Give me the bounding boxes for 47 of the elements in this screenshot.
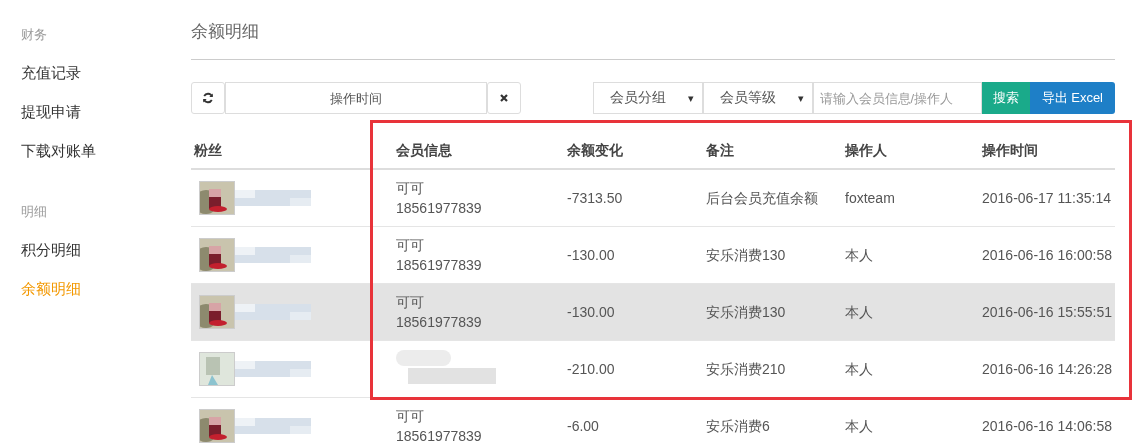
sidebar-item[interactable]: 下载对账单	[21, 142, 96, 161]
table-cell: 安乐消费130	[703, 226, 842, 284]
table-row[interactable]: 可可 18561977839 -6.00 安乐消费6 本人 2016-06-16 14:06:58	[191, 397, 1115, 443]
refresh-icon	[202, 92, 214, 104]
table-cell: 安乐消费6	[703, 397, 842, 443]
table-cell: 本人	[842, 226, 979, 284]
member-name: 可可	[396, 236, 425, 255]
table-cell: -6.00	[564, 397, 703, 443]
table-cell: -7313.50	[564, 169, 703, 227]
sidebar-item[interactable]: 提现申请	[21, 103, 81, 122]
table-row[interactable]: -210.00 安乐消费210 本人 2016-06-16 14:26:28	[191, 340, 1115, 398]
sidebar-item[interactable]: 积分明细	[21, 241, 81, 260]
date-range-field[interactable]: 操作时间	[225, 82, 487, 114]
search-field[interactable]: 请输入会员信息/操作人	[812, 82, 982, 114]
page-title: 余额明细	[191, 20, 1115, 60]
table-cell: 安乐消费130	[703, 283, 842, 341]
member-name: 可可	[396, 407, 425, 426]
table-cell: 本人	[842, 397, 979, 443]
member-phone: 18561977839	[396, 199, 483, 218]
member-name: 可可	[396, 293, 425, 312]
sidebar-heading: 财务	[21, 26, 47, 44]
table-row[interactable]: 可可 18561977839 -7313.50 后台会员充值余额 foxteam 2016-06-17 11:35:14	[191, 169, 1115, 227]
caret-icon: ▾	[797, 91, 804, 105]
table-cell: 2016-06-16 14:06:58	[979, 397, 1115, 443]
clear-button[interactable]	[487, 82, 521, 114]
member-level-select[interactable]: 会员等级 ▾	[702, 82, 813, 114]
member-name: 可可	[396, 179, 425, 198]
member-group-select[interactable]: 会员分组 ▾	[592, 82, 703, 114]
table-cell: 2016-06-17 11:35:14	[979, 169, 1115, 227]
table-cell: -130.00	[564, 226, 703, 284]
table-row[interactable]: 可可 18561977839 -130.00 安乐消费130 本人 2016-06-16 15:55:51	[191, 283, 1115, 341]
sidebar-item[interactable]: 充值记录	[21, 64, 81, 83]
table-cell: 2016-06-16 16:00:58	[979, 226, 1115, 284]
member-phone: 18561977839	[396, 427, 483, 443]
refresh-button[interactable]	[191, 82, 225, 114]
caret-icon: ▾	[687, 91, 694, 105]
member-phone: 18561977839	[396, 313, 483, 332]
close-icon	[499, 93, 509, 103]
sidebar-heading: 明细	[21, 203, 47, 221]
table-cell: -130.00	[564, 283, 703, 341]
table-cell: 2016-06-16 15:55:51	[979, 283, 1115, 341]
member-phone: 18561977839	[396, 256, 483, 275]
table-row[interactable]: 可可 18561977839 -130.00 安乐消费130 本人 2016-06-16 16:00:58	[191, 226, 1115, 284]
table-cell: 后台会员充值余额	[703, 169, 842, 227]
table-cell: 本人	[842, 283, 979, 341]
export-button[interactable]: 导出 Excel	[1029, 82, 1115, 114]
table-cell: foxteam	[842, 169, 979, 227]
